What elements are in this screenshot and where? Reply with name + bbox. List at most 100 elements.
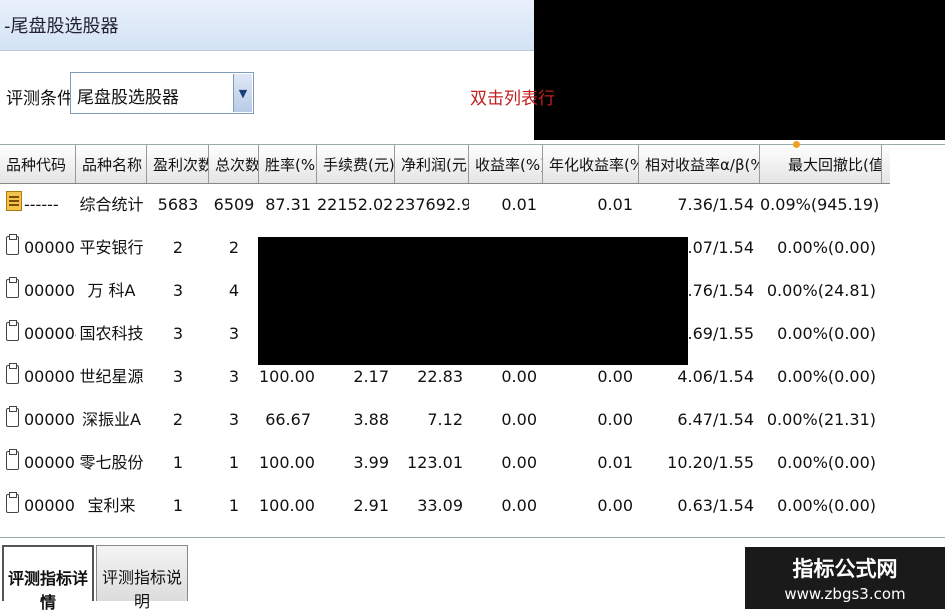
- cell-annual: 0.01: [597, 195, 633, 214]
- cell-profit: 7.12: [427, 410, 463, 429]
- cell-wins: 1: [172, 496, 184, 515]
- cell-annual: 0.00: [597, 410, 633, 429]
- table-row[interactable]: ------ 综合统计 5683 6509 87.31 22152.02237692.98…: [0, 183, 890, 226]
- col-header-name[interactable]: 品种名称: [76, 145, 147, 183]
- cell-code: 000008: [0, 484, 76, 527]
- document-icon: [6, 492, 19, 513]
- redacted-region-top: [534, 0, 945, 140]
- document-icon: [6, 363, 19, 384]
- cell-total: 2: [228, 238, 240, 257]
- cell-relative: 10.20/1.55: [667, 453, 754, 472]
- cell-maxdd: 0.00%(0.00): [777, 496, 876, 515]
- cell-total: 3: [228, 324, 240, 343]
- col-header-winrate[interactable]: 胜率(%): [259, 145, 317, 183]
- cell-code-text: 000008: [24, 496, 76, 515]
- col-header-profit[interactable]: 净利润(元): [395, 145, 469, 183]
- cell-relative: 0.63/1.54: [677, 496, 754, 515]
- cell-code: ------: [0, 183, 76, 226]
- cell-code: 000006: [0, 398, 76, 441]
- col-header-relative[interactable]: 相对收益率α/β(%): [639, 145, 760, 183]
- cell-code-text: ------: [24, 195, 59, 214]
- cell-fee: 22152.02: [317, 195, 394, 214]
- table-row[interactable]: 000007零七股份 1 1 100.00 3.99 123.01 0.00 0.01 10.2…: [0, 441, 890, 484]
- cell-ret: 0.00: [501, 496, 537, 515]
- cell-code-text: 000002: [24, 281, 76, 300]
- table-row[interactable]: 000006 深振业A 2 3 66.67 3.88 7.12 0.00 0.00 6.47/1.…: [0, 398, 890, 441]
- cell-name: 零七股份: [79, 453, 144, 472]
- chevron-down-icon[interactable]: ▼: [233, 74, 252, 112]
- cell-profit: 33.09: [417, 496, 463, 515]
- col-header-annual[interactable]: 年化收益率(%): [543, 145, 639, 183]
- cell-ret: 0.01: [501, 195, 537, 214]
- cell-total: 3: [228, 410, 240, 429]
- summary-icon: [6, 191, 22, 211]
- document-icon: [6, 234, 19, 255]
- cell-name: 平安银行: [79, 238, 144, 257]
- cell-wins: 3: [172, 281, 184, 300]
- cell-maxdd: 0.00%(0.00): [777, 324, 876, 343]
- cell-code-text: 000007: [24, 453, 76, 472]
- col-header-wins[interactable]: 盈利次数: [147, 145, 209, 183]
- cell-annual: 0.00: [597, 496, 633, 515]
- cell-code-text: 000006: [24, 410, 76, 429]
- sort-indicator-icon: [793, 141, 800, 148]
- cell-winrate: 87.31: [265, 195, 311, 214]
- cell-wins: 1: [172, 453, 184, 472]
- watermark-title: 指标公式网: [792, 557, 898, 581]
- cell-maxdd: 0.00%(21.31): [766, 410, 876, 429]
- cell-code-text: 000005: [24, 367, 76, 386]
- cell-wins: 5683: [157, 195, 199, 214]
- col-header-fee[interactable]: 手续费(元): [317, 145, 395, 183]
- cell-total: 6509: [213, 195, 255, 214]
- document-icon: [6, 406, 19, 427]
- cell-code-text: 000001: [24, 238, 76, 257]
- window-title: -尾盘股选股器: [4, 16, 119, 37]
- cell-total: 1: [228, 453, 240, 472]
- tab-indicator-description[interactable]: 评测指标说明: [96, 545, 188, 611]
- header-filler: [890, 145, 945, 183]
- cell-winrate: 66.67: [265, 410, 311, 429]
- cell-wins: 3: [172, 324, 184, 343]
- cell-name: 世纪星源: [79, 367, 144, 386]
- col-header-maxdd[interactable]: 最大回撤比(值): [760, 145, 882, 183]
- cell-wins: 2: [172, 410, 184, 429]
- tab-indicator-details[interactable]: 评测指标详情: [2, 545, 94, 612]
- cell-code-text: 000004: [24, 324, 76, 343]
- document-icon: [6, 449, 19, 470]
- title-bar: -尾盘股选股器: [0, 0, 535, 51]
- site-watermark: 指标公式网 www.zbgs3.com: [745, 547, 945, 609]
- cell-fee: 3.88: [353, 410, 389, 429]
- col-header-code[interactable]: 品种代码: [0, 145, 76, 183]
- cell-wins: 3: [172, 367, 184, 386]
- cell-name: 万 科A: [87, 281, 136, 300]
- cell-profit: 123.01: [407, 453, 463, 472]
- cell-name: 国农科技: [79, 324, 144, 343]
- cell-total: 3: [228, 367, 240, 386]
- col-header-return[interactable]: 收益率(%): [469, 145, 543, 183]
- col-header-total[interactable]: 总次数: [209, 145, 259, 183]
- cell-code: 000002: [0, 269, 76, 312]
- table-row[interactable]: 000008 宝利来 1 1 100.00 2.91 33.09 0.00 0.00 0.63/1…: [0, 484, 890, 527]
- cell-relative: 6.47/1.54: [677, 410, 754, 429]
- document-icon: [6, 320, 19, 341]
- watermark-url: www.zbgs3.com: [784, 585, 906, 603]
- cell-fee: 3.99: [353, 453, 389, 472]
- cell-profit: 237692.98: [395, 195, 469, 214]
- cell-relative: 7.36/1.54: [677, 195, 754, 214]
- cell-maxdd: 0.00%(0.00): [777, 453, 876, 472]
- double-click-hint: 双击列表行: [470, 89, 555, 109]
- cell-total: 1: [228, 496, 240, 515]
- cell-maxdd: 0.09%(945.19): [760, 195, 880, 214]
- cell-name: 综合统计: [79, 195, 144, 214]
- cell-winrate: 100.00: [259, 453, 315, 472]
- cell-code: 000007: [0, 441, 76, 484]
- cell-total: 4: [228, 281, 240, 300]
- condition-select[interactable]: 尾盘股选股器 ▼: [70, 72, 254, 114]
- cell-code: 000001: [0, 226, 76, 269]
- cell-ret: 0.00: [501, 453, 537, 472]
- cell-annual: 0.01: [597, 453, 633, 472]
- cell-maxdd: 0.00%(0.00): [777, 367, 876, 386]
- redacted-region-middle: [258, 237, 688, 365]
- table-header: 品种代码 品种名称 盈利次数 总次数 胜率(%) 手续费(元) 净利润(元) 收…: [0, 141, 890, 184]
- cell-ret: 0.00: [501, 410, 537, 429]
